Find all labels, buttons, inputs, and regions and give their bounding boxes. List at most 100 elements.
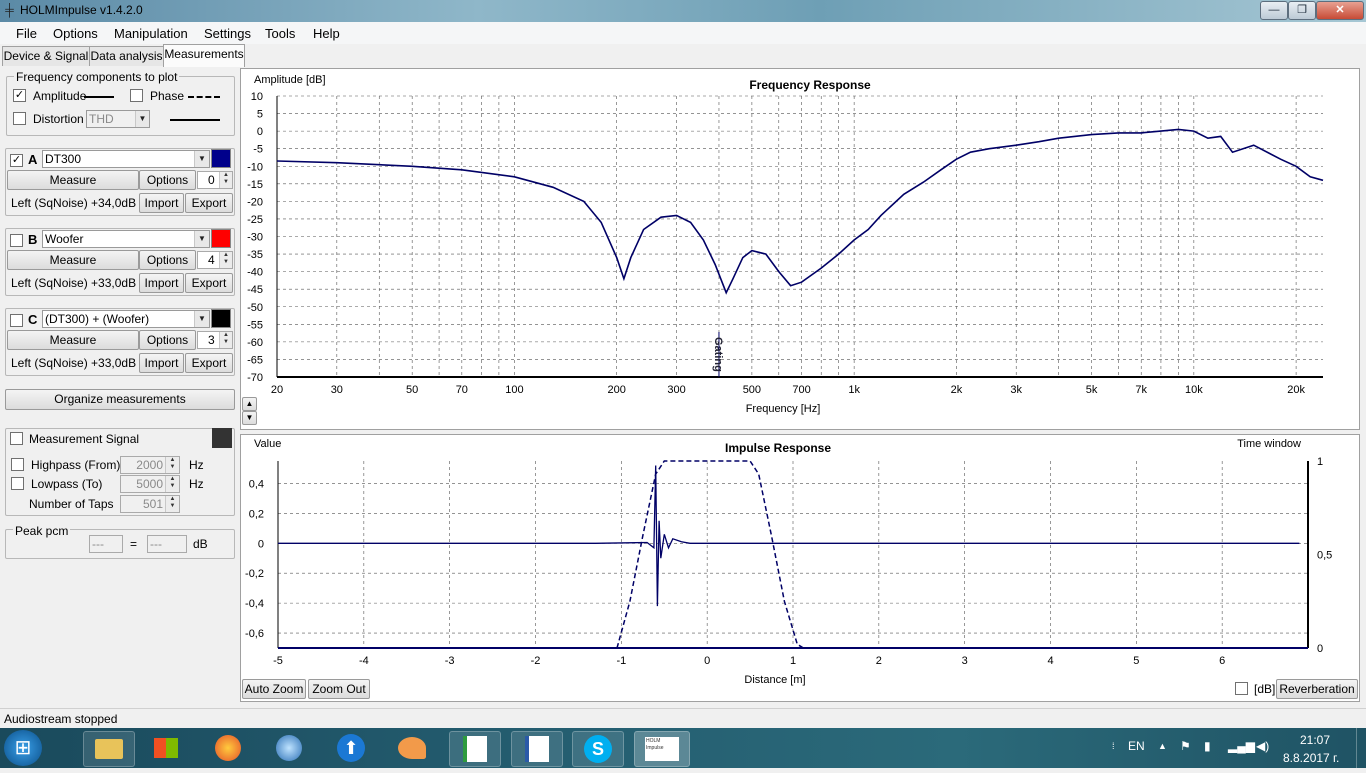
measurement-c-measure-button[interactable]: Measure [7, 330, 139, 350]
spin-arrows-icon[interactable]: ▲ ▼ [219, 172, 232, 188]
freq-y-tick-label: -60 [247, 337, 263, 349]
upload-icon[interactable]: ⬆ [326, 731, 376, 765]
menu-file[interactable]: File [16, 26, 37, 41]
document-icon[interactable] [511, 731, 563, 767]
measurement-b-import-button[interactable]: Import [139, 273, 184, 293]
impulse-x-tick-label: 4 [1047, 655, 1053, 667]
freq-x-axis-label: Frequency [Hz] [746, 403, 821, 415]
clock-date[interactable]: 8.8.2017 г. [1283, 751, 1339, 765]
measurement-a-measure-button[interactable]: Measure [7, 170, 139, 190]
spin-arrows-icon[interactable]: ▲ ▼ [219, 332, 232, 348]
measurement-b-color-swatch[interactable] [211, 229, 231, 248]
spin-arrows-icon[interactable]: ▲ ▼ [165, 476, 179, 492]
menu-options[interactable]: Options [53, 26, 98, 41]
highpass-checkbox[interactable] [11, 458, 24, 471]
freq-x-tick-label: 70 [456, 384, 468, 396]
measurement-a-options-button[interactable]: Options [139, 170, 196, 190]
scroll-up-button[interactable]: ▲ [242, 397, 257, 411]
taps-input[interactable]: 501 ▲ ▼ [120, 495, 180, 513]
freq-y-axis-label: Amplitude [dB] [254, 74, 326, 86]
auto-zoom-button[interactable]: Auto Zoom [242, 679, 306, 699]
holmimpulse-thumb-label: HOLM Impulse [645, 737, 679, 761]
measurement-c-spinner[interactable]: 3 ▲ ▼ [197, 331, 233, 349]
title-bar[interactable]: ╪ HOLMImpulse v1.4.2.0 — ❐ ✕ [0, 0, 1366, 22]
spin-arrows-icon[interactable]: ▲ ▼ [165, 496, 179, 512]
menu-help[interactable]: Help [313, 26, 340, 41]
spreadsheet-icon[interactable] [449, 731, 501, 767]
measurement-b-measure-button[interactable]: Measure [7, 250, 139, 270]
measurement-a-spinner[interactable]: 0 ▲ ▼ [197, 171, 233, 189]
measurement-b-options-button[interactable]: Options [139, 250, 196, 270]
menu-tools[interactable]: Tools [265, 26, 295, 41]
spin-arrows-icon[interactable]: ▲ ▼ [219, 252, 232, 268]
freq-y-tick-label: 0 [257, 126, 263, 138]
measurement-c-options-button[interactable]: Options [139, 330, 196, 350]
frequency-response-chart[interactable]: Amplitude [dB] Frequency Response Frequenc… [241, 69, 1359, 429]
measurement-c-color-swatch[interactable] [211, 309, 231, 328]
measurement-c-export-button[interactable]: Export [185, 353, 233, 373]
control-panel-icon[interactable] [141, 731, 191, 765]
zoom-out-button[interactable]: Zoom Out [308, 679, 370, 699]
measurement-signal-checkbox[interactable] [10, 432, 23, 445]
menu-manipulation[interactable]: Manipulation [114, 26, 188, 41]
measurement-a-import-button[interactable]: Import [139, 193, 184, 213]
thunderbird-icon[interactable] [264, 731, 314, 765]
measurement-b-export-button[interactable]: Export [185, 273, 233, 293]
skype-icon[interactable]: S [572, 731, 624, 767]
freq-x-tick-label: 20 [271, 384, 283, 396]
impulse-y-tick-label: 0 [258, 538, 264, 550]
close-button[interactable]: ✕ [1316, 1, 1364, 20]
orange-app-icon[interactable] [387, 731, 437, 765]
impulse-x-tick-label: 0 [704, 655, 710, 667]
tray-expand-icon[interactable]: ⁞ [1112, 741, 1115, 751]
measurement-a-select[interactable]: DT300 ▼ [42, 150, 210, 168]
chevron-down-icon: ▼ [194, 311, 209, 327]
volume-icon[interactable]: ◀) [1256, 739, 1269, 753]
organize-measurements-button[interactable]: Organize measurements [5, 389, 235, 410]
battery-icon[interactable]: ▮ [1204, 739, 1211, 753]
measurement-c-checkbox[interactable] [10, 314, 23, 327]
lowpass-checkbox[interactable] [11, 477, 24, 490]
holmimpulse-task-thumbnail[interactable]: HOLM Impulse [634, 731, 690, 767]
frequency-components-title: Frequency components to plot [14, 70, 180, 84]
minimize-button[interactable]: — [1260, 1, 1288, 20]
action-center-icon[interactable]: ⚑ [1180, 739, 1191, 753]
distortion-type-select[interactable]: THD ▼ [86, 110, 150, 128]
impulse-y-tick-label: -0,2 [245, 568, 264, 580]
maximize-button[interactable]: ❐ [1288, 1, 1316, 20]
menu-settings[interactable]: Settings [204, 26, 251, 41]
signal-color-swatch[interactable] [212, 428, 232, 448]
amplitude-checkbox[interactable]: ✓ [13, 89, 26, 102]
reverberation-button[interactable]: Reverberation [1276, 679, 1358, 699]
measurement-c-select[interactable]: (DT300) + (Woofer) ▼ [42, 310, 210, 328]
chevron-down-icon: ▼ [194, 151, 209, 167]
network-icon[interactable]: ▂▄▆ [1228, 739, 1255, 753]
start-button[interactable]: ⊞ [4, 730, 42, 766]
measurement-a-checkbox[interactable]: ✓ [10, 154, 23, 167]
tray-arrow-icon[interactable]: ▲ [1158, 741, 1167, 751]
impulse-response-chart[interactable]: Value Time window Impulse Response Distance… [241, 435, 1359, 701]
lowpass-input[interactable]: 5000 ▲ ▼ [120, 475, 180, 493]
db-checkbox[interactable] [1235, 682, 1248, 695]
scroll-down-button[interactable]: ▼ [242, 411, 257, 425]
impulse-y-tick-label: -0,4 [245, 598, 264, 610]
measurement-b-checkbox[interactable] [10, 234, 23, 247]
language-indicator[interactable]: EN [1128, 739, 1145, 753]
explorer-icon[interactable] [83, 731, 135, 767]
tab-data-analysis[interactable]: Data analysis [89, 46, 164, 66]
firefox-icon[interactable] [203, 731, 253, 765]
distortion-checkbox[interactable] [13, 112, 26, 125]
measurement-b-select[interactable]: Woofer ▼ [42, 230, 210, 248]
show-desktop-button[interactable] [1356, 728, 1366, 768]
measurement-c-import-button[interactable]: Import [139, 353, 184, 373]
spin-arrows-icon[interactable]: ▲ ▼ [165, 457, 179, 473]
highpass-input[interactable]: 2000 ▲ ▼ [120, 456, 180, 474]
phase-checkbox[interactable] [130, 89, 143, 102]
clock-time[interactable]: 21:07 [1300, 733, 1330, 747]
measurement-a-export-button[interactable]: Export [185, 193, 233, 213]
chevron-down-icon: ▼ [194, 231, 209, 247]
tab-measurements[interactable]: Measurements [163, 44, 245, 67]
measurement-b-spinner[interactable]: 4 ▲ ▼ [197, 251, 233, 269]
measurement-a-color-swatch[interactable] [211, 149, 231, 168]
tab-device-signal[interactable]: Device & Signal [2, 46, 90, 66]
